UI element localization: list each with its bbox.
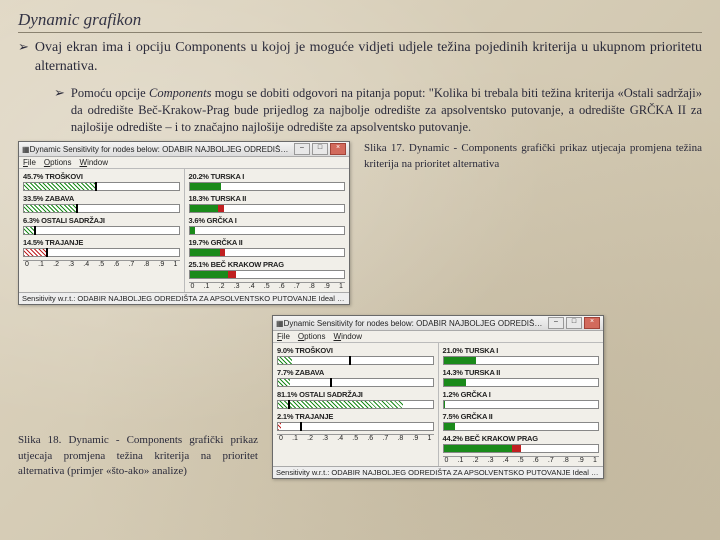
titlebar-text: Dynamic Sensitivity for nodes below: ODA…	[284, 319, 548, 328]
bar-label: 7.7% ZABAVA	[277, 368, 434, 377]
menu-file[interactable]: File	[277, 332, 290, 341]
menu-options[interactable]: Options	[298, 332, 326, 341]
bar-label: 7.5% GRČKA II	[443, 412, 600, 421]
status-bar: Sensitivity w.r.t.: ODABIR NAJBOLJEG ODR…	[19, 292, 349, 304]
bar-label: 9.0% TROŠKOVI	[277, 346, 434, 355]
menu-window[interactable]: Window	[80, 158, 108, 167]
left-pane: 45.7% TROŠKOVI 33.5% ZABAVA 6.3% OSTALI …	[19, 169, 184, 292]
bullet-2: ➢ Pomoću opcije Components mogu se dobit…	[54, 85, 702, 136]
bar-label: 33.5% ZABAVA	[23, 194, 180, 203]
para2-pre: Pomoću opcije	[71, 86, 149, 100]
screenshot-18: ▦ Dynamic Sensitivity for nodes below: O…	[272, 315, 604, 479]
paragraph-2: Pomoću opcije Components mogu se dobiti …	[71, 85, 702, 136]
axis: 0.1.2.3.4.5.6.7.8.91	[189, 282, 346, 290]
bar-label: 20.2% TURSKA I	[189, 172, 346, 181]
bar-label: 19.7% GRČKA II	[189, 238, 346, 247]
bar-label: 14.5% TRAJANJE	[23, 238, 180, 247]
titlebar: ▦ Dynamic Sensitivity for nodes below: O…	[19, 142, 349, 157]
status-bar: Sensitivity w.r.t.: ODABIR NAJBOLJEG ODR…	[273, 466, 603, 478]
right-pane: 20.2% TURSKA I 18.3% TURSKA II 3.6% GRČK…	[184, 169, 350, 292]
bar-label: 3.6% GRČKA I	[189, 216, 346, 225]
titlebar: ▦ Dynamic Sensitivity for nodes below: O…	[273, 316, 603, 331]
screenshot-17: ▦ Dynamic Sensitivity for nodes below: O…	[18, 141, 350, 305]
page-title: Dynamic grafikon	[18, 10, 702, 33]
menubar: File Options Window	[273, 331, 603, 343]
bullet-icon: ➢	[54, 85, 65, 136]
bar-label: 2.1% TRAJANJE	[277, 412, 434, 421]
bar-label: 18.3% TURSKA II	[189, 194, 346, 203]
close-button[interactable]: ×	[584, 317, 600, 329]
maximize-button[interactable]: □	[566, 317, 582, 329]
bar-label: 21.0% TURSKA I	[443, 346, 600, 355]
axis: 0.1.2.3.4.5.6.7.8.91	[277, 434, 434, 442]
bar-label: 14.3% TURSKA II	[443, 368, 600, 377]
minimize-button[interactable]: –	[294, 143, 310, 155]
bar-label: 45.7% TROŠKOVI	[23, 172, 180, 181]
caption-17: Slika 17. Dynamic - Components grafički …	[364, 141, 702, 172]
menu-options[interactable]: Options	[44, 158, 72, 167]
close-button[interactable]: ×	[330, 143, 346, 155]
app-icon: ▦	[276, 319, 284, 328]
paragraph-1: Ovaj ekran ima i opciju Components u koj…	[35, 39, 702, 77]
menubar: File Options Window	[19, 157, 349, 169]
bar-label: 44.2% BEČ KRAKOW PRAG	[443, 434, 600, 443]
maximize-button[interactable]: □	[312, 143, 328, 155]
caption-18: Slika 18. Dynamic - Components grafički …	[18, 433, 258, 479]
minimize-button[interactable]: –	[548, 317, 564, 329]
app-icon: ▦	[22, 145, 30, 154]
bullet-1: ➢ Ovaj ekran ima i opciju Components u k…	[18, 39, 702, 85]
bar-label: 81.1% OSTALI SADRŽAJI	[277, 390, 434, 399]
left-pane: 9.0% TROŠKOVI 7.7% ZABAVA 81.1% OSTALI S…	[273, 343, 438, 466]
menu-file[interactable]: File	[23, 158, 36, 167]
bar-label: 25.1% BEČ KRAKOW PRAG	[189, 260, 346, 269]
axis: 0.1.2.3.4.5.6.7.8.91	[23, 260, 180, 268]
para2-em: Components	[149, 86, 212, 100]
bar-label: 1.2% GRČKA I	[443, 390, 600, 399]
menu-window[interactable]: Window	[334, 332, 362, 341]
bar-label: 6.3% OSTALI SADRŽAJI	[23, 216, 180, 225]
axis: 0.1.2.3.4.5.6.7.8.91	[443, 456, 600, 464]
right-pane: 21.0% TURSKA I 14.3% TURSKA II 1.2% GRČK…	[438, 343, 604, 466]
titlebar-text: Dynamic Sensitivity for nodes below: ODA…	[30, 145, 294, 154]
bullet-icon: ➢	[18, 39, 29, 85]
